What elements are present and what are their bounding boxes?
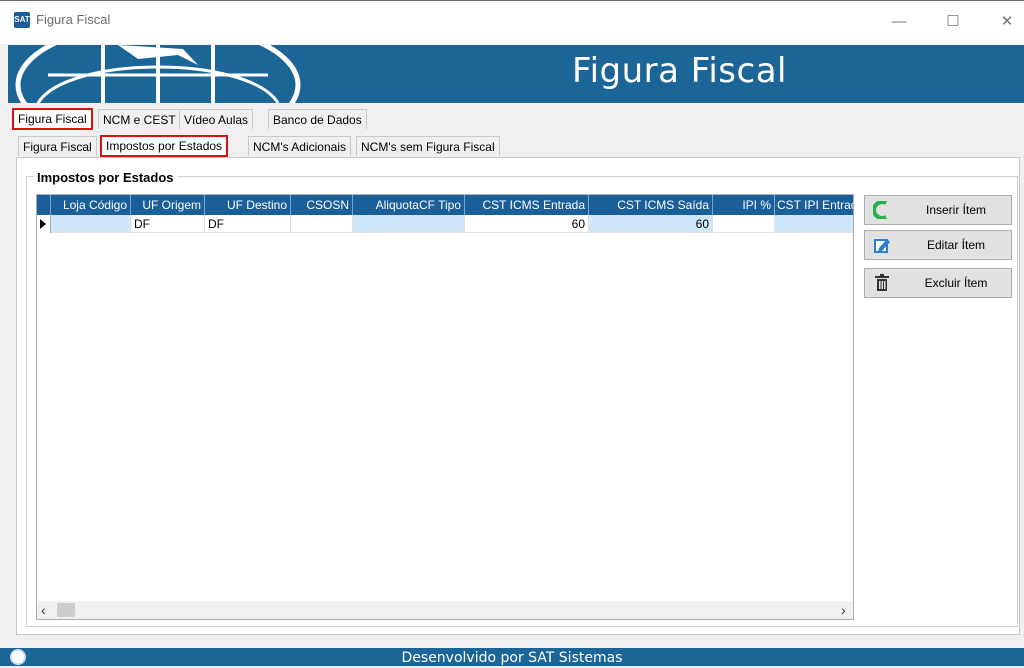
close-button[interactable]: ✕ [992, 10, 1022, 34]
edit-item-button[interactable]: Editar Ítem [864, 230, 1012, 260]
insert-item-label: Inserir Ítem [925, 203, 986, 217]
tab-video-aulas[interactable]: Vídeo Aulas [179, 109, 254, 129]
minimize-button[interactable]: — [884, 10, 914, 34]
column-header[interactable]: CST ICMS Saída [589, 195, 713, 215]
scroll-thumb[interactable] [57, 603, 75, 617]
footer-bar: Desenvolvido por SAT Sistemas [0, 648, 1024, 666]
table-cell[interactable] [353, 215, 465, 233]
table-cell[interactable] [713, 215, 775, 233]
insert-item-button[interactable]: Inserir Ítem [864, 195, 1012, 225]
current-row-arrow-icon [40, 219, 46, 229]
subtab-impostos-por-estados[interactable]: Impostos por Estados [100, 135, 229, 157]
title-bar [0, 0, 1024, 44]
delete-item-label: Excluir Ítem [924, 276, 988, 290]
column-header[interactable]: UF Origem [131, 195, 205, 215]
subtab-ncms-sem-figura[interactable]: NCM's sem Figura Fiscal [356, 136, 500, 156]
tab-figura-fiscal[interactable]: Figura Fiscal [12, 108, 93, 130]
footer-text: Desenvolvido por SAT Sistemas [401, 650, 623, 666]
table-cell[interactable] [291, 215, 353, 233]
column-header[interactable]: CST IPI Entrad [775, 195, 853, 215]
horizontal-scrollbar[interactable]: ‹ › [37, 601, 853, 619]
delete-item-button[interactable]: Excluir Ítem [864, 268, 1012, 298]
column-header[interactable]: IPI % [713, 195, 775, 215]
grid-header: Loja Código UF Origem UF Destino CSOSN A… [37, 195, 853, 215]
table-cell[interactable]: 60 [465, 215, 589, 233]
trash-icon [875, 274, 889, 291]
column-header[interactable]: UF Destino [205, 195, 291, 215]
subtab-figura-fiscal[interactable]: Figura Fiscal [18, 136, 97, 156]
groupbox-title: Impostos por Estados [34, 170, 177, 185]
scroll-left-icon[interactable]: ‹ [41, 601, 46, 619]
grid-corner [37, 195, 51, 215]
edit-icon [874, 239, 890, 253]
table-cell[interactable]: DF [205, 215, 291, 233]
scroll-right-icon[interactable]: › [841, 601, 846, 619]
tab-banco-de-dados[interactable]: Banco de Dados [268, 109, 367, 129]
header-banner: Figura Fiscal [8, 45, 1024, 103]
table-cell[interactable] [775, 215, 853, 233]
banner-title: Figura Fiscal [572, 51, 787, 91]
subtab-ncms-adicionais[interactable]: NCM's Adicionais [248, 136, 351, 156]
column-header[interactable]: AliquotaCF Tipo [353, 195, 465, 215]
app-icon: SAT [14, 12, 30, 28]
column-header[interactable]: CST ICMS Entrada [465, 195, 589, 215]
row-selector[interactable] [37, 215, 51, 233]
table-cell[interactable]: DF [131, 215, 205, 233]
column-header[interactable]: Loja Código [51, 195, 131, 215]
window-title: Figura Fiscal [36, 12, 111, 27]
column-header[interactable]: CSOSN [291, 195, 353, 215]
tab-ncm-cest[interactable]: NCM e CEST [98, 109, 181, 129]
table-cell[interactable]: 60 [589, 215, 713, 233]
globe-logo-icon [15, 45, 301, 103]
table-cell[interactable] [51, 215, 131, 233]
insert-icon [873, 201, 887, 219]
maximize-button[interactable]: ☐ [938, 10, 968, 34]
taxes-grid[interactable]: Loja Código UF Origem UF Destino CSOSN A… [36, 194, 854, 620]
edit-item-label: Editar Ítem [926, 238, 986, 252]
